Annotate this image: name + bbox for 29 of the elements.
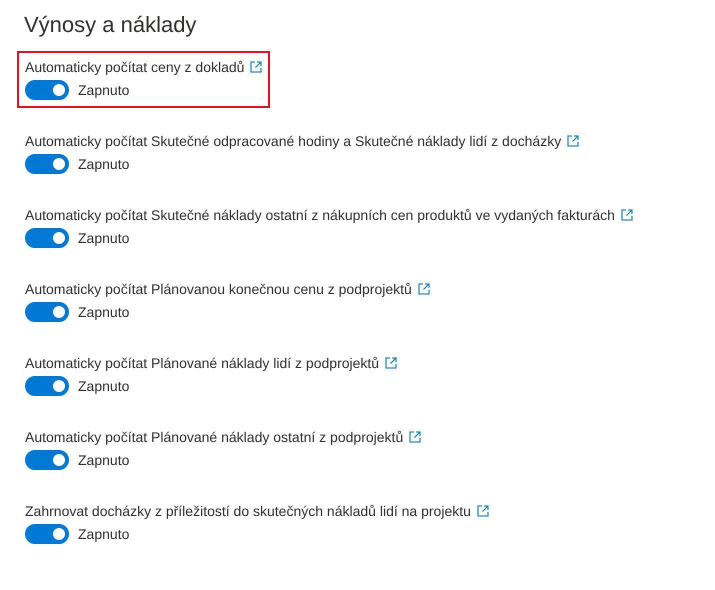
external-link-icon[interactable]	[567, 135, 580, 147]
toggle-switch[interactable]	[25, 228, 69, 248]
setting-label: Automaticky počítat Plánované náklady lidí z podprojektů	[25, 355, 380, 371]
toggle-state: Zapnuto	[78, 526, 130, 542]
toggle-state: Zapnuto	[78, 452, 130, 468]
toggle-state: Zapnuto	[78, 378, 130, 394]
setting-label: Automaticky počítat ceny z dokladů	[25, 59, 244, 75]
toggle-switch[interactable]	[25, 376, 69, 396]
toggle-switch[interactable]	[25, 80, 69, 100]
toggle-state: Zapnuto	[78, 304, 130, 320]
external-link-icon[interactable]	[476, 505, 489, 517]
toggle-switch[interactable]	[25, 302, 69, 322]
external-link-icon[interactable]	[418, 283, 430, 295]
external-link-icon[interactable]	[620, 209, 633, 221]
toggle-switch[interactable]	[25, 450, 69, 470]
setting-label: Automaticky počítat Plánované náklady ostatní z podprojektů	[25, 429, 404, 445]
setting-label: Automaticky počítat Skutečné náklady ostatní z nákupních cen produktů ve vydaných fakturách	[25, 207, 615, 223]
setting-label: Automaticky počítat Plánovanou konečnou cenu z podprojektů	[25, 281, 412, 297]
toggle-state: Zapnuto	[78, 82, 130, 98]
toggle-state: Zapnuto	[78, 156, 130, 172]
toggle-state: Zapnuto	[78, 230, 130, 246]
external-link-icon[interactable]	[409, 431, 422, 443]
setting-label: Automaticky počítat Skutečné odpracované hodiny a Skutečné náklady lidí z docházky	[25, 133, 562, 149]
external-link-icon[interactable]	[385, 357, 398, 369]
section-title: Výnosy a náklady	[24, 12, 198, 38]
toggle-switch[interactable]	[25, 524, 69, 544]
setting-label: Zahrnovat docházky z příležitostí do skutečných nákladů lidí na projektu	[25, 503, 471, 519]
toggle-switch[interactable]	[25, 154, 69, 174]
external-link-icon[interactable]	[250, 61, 262, 73]
